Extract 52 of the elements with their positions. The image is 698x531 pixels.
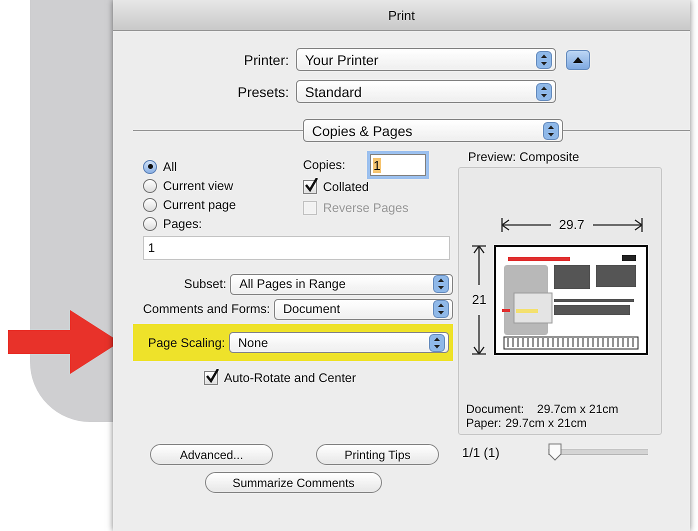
checkbox-label: Reverse Pages bbox=[323, 200, 408, 214]
stepper-icon bbox=[536, 82, 552, 100]
radio-label: Current view bbox=[163, 178, 234, 192]
stepper-icon bbox=[536, 50, 552, 68]
dimension-arrow bbox=[593, 218, 643, 232]
slider-thumb[interactable] bbox=[548, 443, 562, 461]
panel-popup[interactable]: Copies & Pages bbox=[303, 119, 563, 142]
height-label: 21 bbox=[472, 292, 486, 307]
option-popup[interactable]: None bbox=[229, 332, 449, 353]
radio-button[interactable] bbox=[143, 198, 157, 212]
dimension-arrow bbox=[472, 245, 486, 285]
popup-label: Page Scaling: bbox=[148, 336, 226, 350]
checkbox-label: Auto-Rotate and Center bbox=[224, 370, 356, 384]
radio-label: Current page bbox=[163, 198, 236, 212]
page-indicator: 1/1 (1) bbox=[462, 444, 501, 460]
radio-label: All bbox=[163, 160, 177, 174]
option-popup[interactable]: Document bbox=[274, 298, 453, 320]
dimension-arrow bbox=[501, 218, 551, 232]
radio-button[interactable] bbox=[143, 160, 157, 174]
pages-field[interactable]: 1 bbox=[143, 236, 450, 260]
printer-popup[interactable]: Your Printer bbox=[296, 48, 556, 71]
popup-label: Subset: bbox=[184, 277, 226, 291]
paper-label: Paper: bbox=[466, 416, 502, 430]
stepper-icon bbox=[429, 334, 445, 352]
checkbox-label: Collated bbox=[323, 180, 369, 194]
stepper-icon bbox=[433, 275, 449, 293]
triangle-up-icon bbox=[573, 56, 583, 64]
window-title: Print bbox=[388, 8, 415, 22]
option-popup[interactable]: All Pages in Range bbox=[230, 274, 453, 294]
printer-label: Printer: bbox=[242, 52, 290, 68]
stepper-icon bbox=[433, 300, 449, 318]
checkbox[interactable] bbox=[204, 370, 218, 384]
width-label: 29.7 bbox=[559, 217, 584, 232]
popup-label: Comments and Forms: bbox=[143, 302, 270, 316]
radio-button[interactable] bbox=[143, 178, 157, 192]
stepper-icon bbox=[543, 122, 559, 140]
push-button[interactable]: Printing Tips bbox=[316, 444, 439, 465]
preview-title: Preview: Composite bbox=[467, 150, 580, 166]
checkbox[interactable] bbox=[303, 180, 317, 194]
copies-field[interactable]: 1 bbox=[370, 154, 426, 176]
document-label: Document: bbox=[466, 402, 524, 416]
document-size: 29.7cm x 21cm bbox=[537, 402, 618, 416]
copies-label: Copies: bbox=[303, 158, 346, 172]
dimension-arrow bbox=[472, 315, 486, 355]
radio-label: Pages: bbox=[163, 216, 202, 230]
disclosure-button[interactable] bbox=[566, 50, 590, 70]
presets-label: Presets: bbox=[236, 84, 290, 100]
push-button[interactable]: Summarize Comments bbox=[205, 472, 382, 493]
push-button[interactable]: Advanced... bbox=[150, 444, 273, 465]
radio-button[interactable] bbox=[143, 216, 157, 230]
presets-popup[interactable]: Standard bbox=[296, 80, 556, 103]
paper-size: 29.7cm x 21cm bbox=[505, 416, 587, 430]
